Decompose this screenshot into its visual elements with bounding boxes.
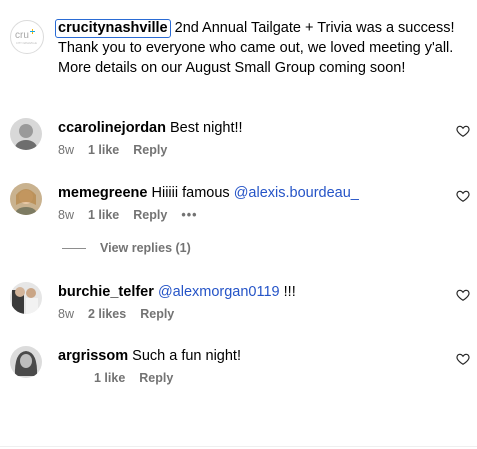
view-replies-label: View replies (1) bbox=[100, 241, 191, 255]
comment-likes[interactable]: 1 like bbox=[88, 143, 119, 157]
reply-button[interactable]: Reply bbox=[133, 143, 167, 157]
mention-link[interactable]: @alexis.bourdeau_ bbox=[234, 185, 359, 201]
caption-line1: 2nd Annual Tailgate + Trivia was a succe… bbox=[174, 20, 455, 36]
svg-text:CITY NASHVILLE: CITY NASHVILLE bbox=[16, 41, 37, 45]
avatar[interactable] bbox=[10, 118, 42, 150]
caption-username[interactable]: crucitynashville bbox=[55, 19, 171, 38]
mention-link[interactable]: @alexmorgan0119 bbox=[158, 284, 280, 300]
reply-button[interactable]: Reply bbox=[133, 208, 167, 222]
replies-divider bbox=[62, 247, 86, 249]
comment-text: Such a fun night! bbox=[132, 348, 241, 364]
comment-time[interactable]: 8w bbox=[58, 307, 74, 321]
caption-line2: Thank you to everyone who came out, we l… bbox=[58, 40, 454, 56]
bottom-divider bbox=[0, 446, 477, 447]
heart-icon[interactable] bbox=[456, 352, 470, 366]
reply-button[interactable]: Reply bbox=[139, 371, 173, 385]
comment-text: Best night!! bbox=[170, 120, 243, 136]
caption-text: crucitynashville 2nd Annual Tailgate + T… bbox=[55, 18, 468, 78]
comment-username[interactable]: burchie_telfer bbox=[58, 284, 154, 300]
comment-text: Hiiiii famous bbox=[151, 185, 230, 201]
comment-time[interactable]: 8w bbox=[58, 208, 74, 222]
avatar[interactable] bbox=[10, 183, 42, 215]
comment-item: ccarolinejordan Best night!! 8w 1 like R… bbox=[10, 118, 470, 168]
heart-icon[interactable] bbox=[456, 288, 470, 302]
cru-logo-avatar[interactable]: cru CITY NASHVILLE bbox=[10, 20, 44, 54]
view-replies-button[interactable]: View replies (1) bbox=[62, 241, 191, 255]
comment-item: argrissom Such a fun night! 1 like Reply bbox=[10, 346, 470, 396]
svg-text:cru: cru bbox=[15, 30, 29, 41]
more-options-icon[interactable]: ••• bbox=[181, 208, 197, 222]
caption-line3: More details on our August Small Group c… bbox=[58, 60, 406, 76]
comment-likes[interactable]: 1 like bbox=[94, 371, 125, 385]
comment-item: burchie_telfer @alexmorgan0119 !!! 8w 2 … bbox=[10, 282, 470, 332]
comment-item: memegreene Hiiiii famous @alexis.bourdea… bbox=[10, 183, 470, 233]
comment-likes[interactable]: 2 likes bbox=[88, 307, 126, 321]
comment-username[interactable]: ccarolinejordan bbox=[58, 120, 166, 136]
comment-username[interactable]: memegreene bbox=[58, 185, 147, 201]
avatar[interactable] bbox=[10, 346, 42, 378]
comment-likes[interactable]: 1 like bbox=[88, 208, 119, 222]
comment-username[interactable]: argrissom bbox=[58, 348, 128, 364]
comment-text: !!! bbox=[283, 284, 296, 300]
avatar[interactable] bbox=[10, 282, 42, 314]
cru-logo-icon: cru CITY NASHVILLE bbox=[15, 29, 37, 45]
heart-icon[interactable] bbox=[456, 124, 470, 138]
comment-time[interactable]: 8w bbox=[58, 143, 74, 157]
heart-icon[interactable] bbox=[456, 189, 470, 203]
reply-button[interactable]: Reply bbox=[140, 307, 174, 321]
